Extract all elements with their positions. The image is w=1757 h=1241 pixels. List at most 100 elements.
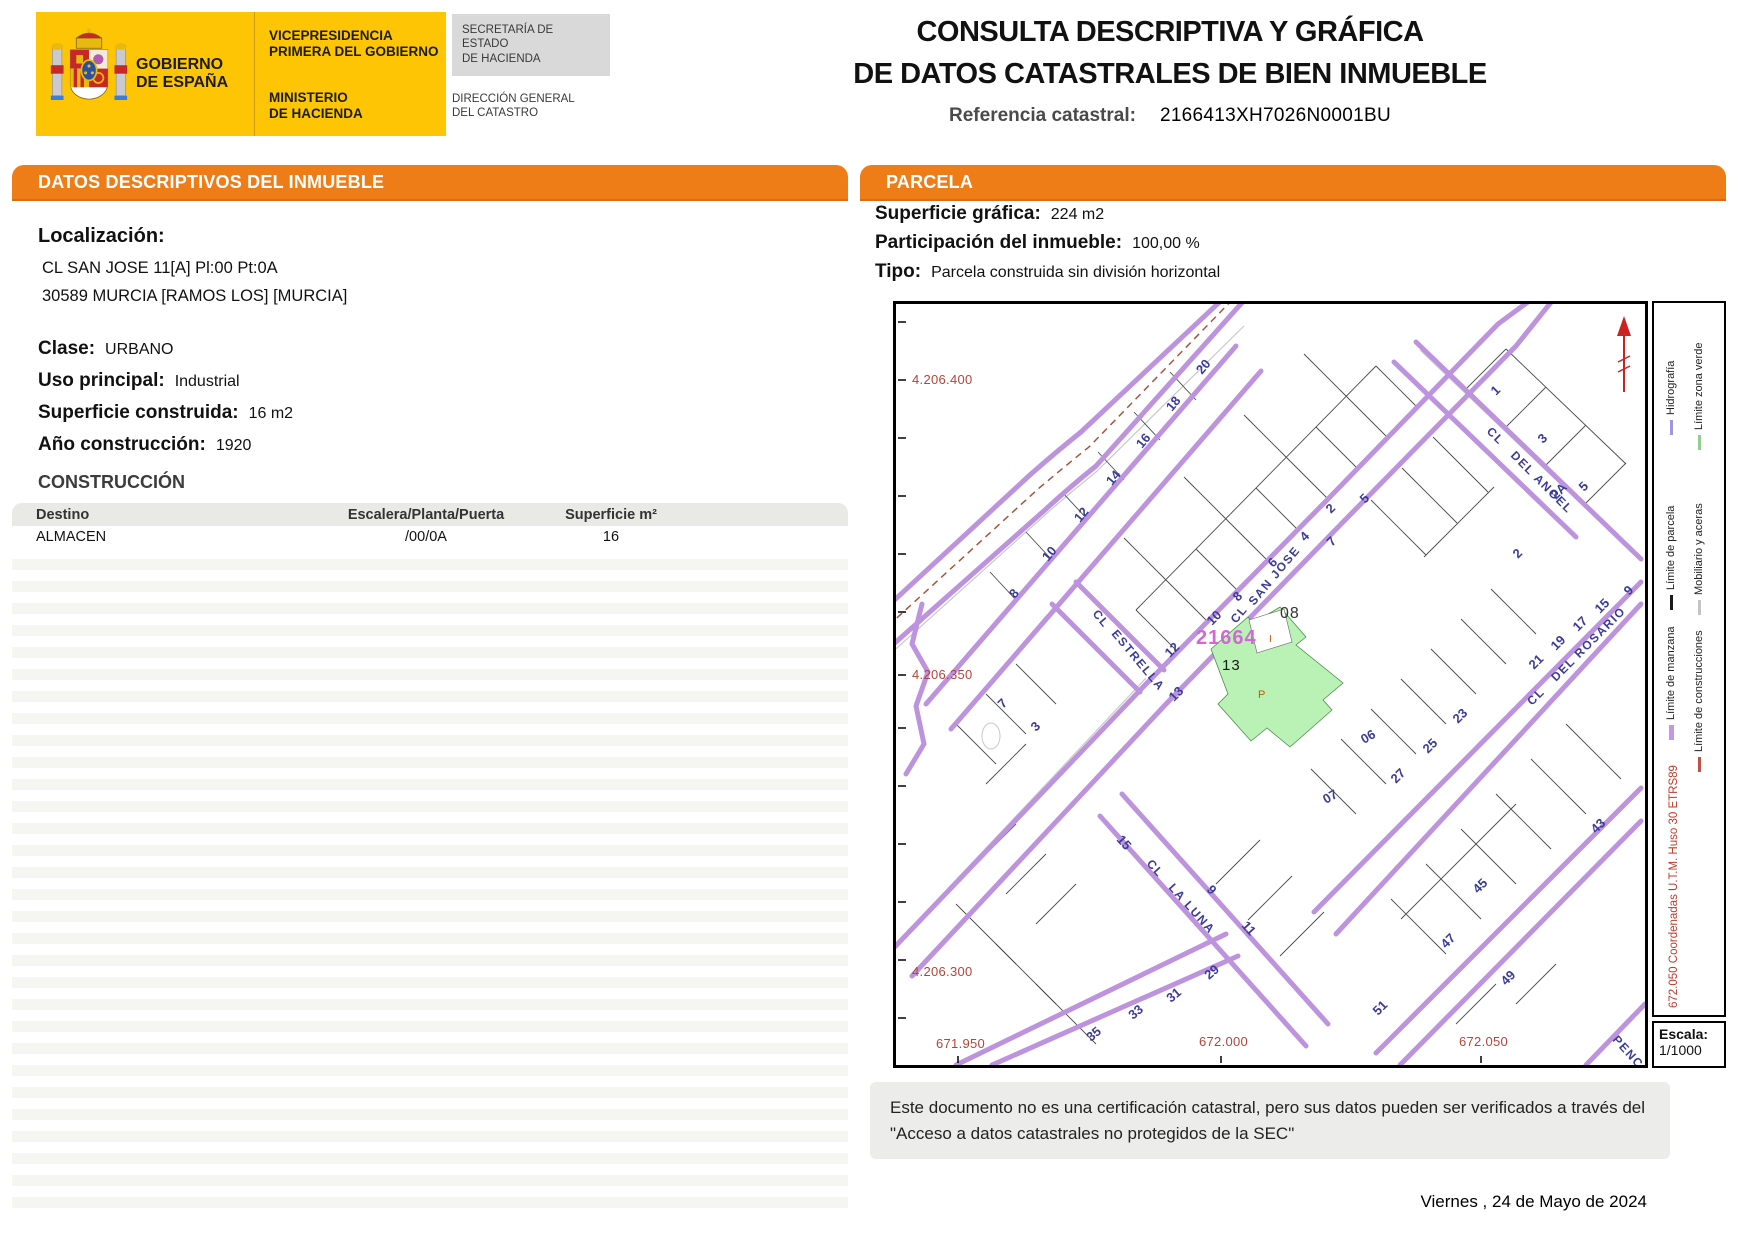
government-logo-block: GOBIERNO DE ESPAÑA VICEPRESIDENCIA PRIMER… — [36, 12, 446, 136]
map-label: 51 — [1370, 997, 1391, 1018]
field-value: URBANO — [105, 341, 174, 359]
field-row: Participación del inmueble: 100,00 % — [875, 232, 1220, 254]
ministerio-label: MINISTERIO DE HACIENDA — [269, 89, 363, 121]
legend-swatch — [1697, 757, 1701, 772]
map-label: 4.206.300 — [912, 964, 973, 979]
map-label: 13 — [1222, 657, 1241, 674]
reference-label: Referencia catastral: — [949, 105, 1136, 126]
map-label: 21 — [1526, 651, 1547, 672]
construccion-table-body: ALMACEN/00/0A 16 — [12, 526, 848, 549]
construccion-table-header: Destino Escalera/Planta/Puerta Superficie … — [12, 503, 848, 527]
property-fields: Clase: URBANO Uso principal: Industrial Supe… — [38, 338, 848, 456]
map-label: 4.206.400 — [912, 372, 973, 387]
table-header-cell: Escalera/Planta/Puerta — [347, 506, 505, 523]
map-label: 23 — [1450, 705, 1471, 726]
map-label: 19 — [1548, 632, 1569, 653]
table-header-cell: Destino — [36, 506, 90, 523]
map-label: 45 — [1470, 875, 1491, 896]
table-cell: /00/0A — [405, 529, 447, 546]
field-label: Superficie gráfica: — [875, 203, 1041, 224]
map-label: 10 — [1039, 543, 1060, 564]
map-label: 7 — [995, 695, 1011, 711]
spain-coat-of-arms-icon — [50, 26, 128, 123]
map-label: 25 — [1420, 735, 1441, 756]
map-label: 21664 — [1196, 627, 1257, 649]
construccion-title: CONSTRUCCIÓN — [38, 472, 185, 493]
empty-table-rows — [12, 548, 848, 1217]
field-label: Participación del inmueble: — [875, 232, 1123, 253]
field-row: Uso principal: Industrial — [38, 370, 848, 392]
field-row: Año construcción: 1920 — [38, 434, 848, 456]
map-label: CL — [1090, 607, 1113, 631]
parcela-fields: Superficie gráfica: 224 m2 Participación d… — [875, 203, 1220, 290]
secretaria-box: SECRETARÍA DE ESTADO DE HACIENDA — [452, 14, 610, 76]
field-value: Industrial — [174, 373, 240, 391]
legend-swatch — [1697, 600, 1701, 615]
cadastral-reference: Referencia catastral: 2166413XH7026N0001B… — [800, 105, 1540, 127]
field-value: 100,00 % — [1132, 235, 1200, 252]
field-label: Superficie construida: — [38, 402, 239, 424]
map-label: CL — [1144, 857, 1167, 880]
table-cell: 16 — [602, 529, 620, 546]
construccion-table: Destino Escalera/Planta/Puerta Superficie … — [12, 503, 848, 1217]
scale-label: Escala: — [1659, 1026, 1709, 1042]
legend-label: Límite de manzana — [1665, 626, 1677, 720]
map-label: 08 — [1280, 605, 1300, 622]
field-value: Parcela construida sin división horizont… — [931, 264, 1221, 281]
map-label: 11 — [1239, 918, 1259, 938]
map-label: 43 — [1588, 815, 1609, 836]
map-label: 672.050 — [1459, 1034, 1508, 1049]
field-row: Superficie gráfica: 224 m2 — [875, 203, 1220, 225]
map-label: 14 — [1103, 467, 1124, 488]
map-label: 35 — [1083, 1024, 1104, 1045]
field-label: Clase: — [38, 338, 96, 360]
map-label: 27 — [1388, 765, 1409, 786]
reference-value: 2166413XH7026N0001BU — [1159, 105, 1391, 126]
map-label: 672.000 — [1199, 1034, 1248, 1049]
legend-entry: Límite de construcciones — [1692, 614, 1706, 772]
map-label: 12 — [1162, 639, 1183, 660]
map-label: ESTRELLA — [1109, 627, 1168, 694]
field-label: Tipo: — [875, 261, 922, 282]
map-label: 4.206.350 — [912, 667, 973, 682]
utm-coordinates-note: 672.050 Coordenadas U.T.M. Huso 30 ETRS8… — [1668, 765, 1680, 1008]
legend-entry: Límite de parcela — [1664, 492, 1678, 610]
government-name: GOBIERNO DE ESPAÑA — [136, 55, 229, 91]
map-label: 4 — [1297, 528, 1313, 544]
cadastral-document-page: GOBIERNO DE ESPAÑA VICEPRESIDENCIA PRIMER… — [0, 0, 1757, 1241]
legend-swatch — [1669, 595, 1673, 610]
legend-label: Mobiliario y aceras — [1693, 503, 1705, 595]
section-header-datos-descriptivos: DATOS DESCRIPTIVOS DEL INMUEBLE — [12, 165, 848, 199]
vicepresidencia-label: VICEPRESIDENCIA PRIMERA DEL GOBIERNO — [269, 28, 439, 60]
table-header-cell: Superficie m² — [565, 506, 657, 523]
map-label: 49 — [1498, 967, 1519, 988]
map-label: 47 — [1438, 930, 1459, 951]
address-line1: CL SAN JOSE 11[A] Pl:00 Pt:0A — [42, 259, 278, 277]
map-label: 06 — [1358, 726, 1378, 746]
legend-label: Límite zona verde — [1693, 342, 1705, 430]
legend-entry: Hidrografía — [1664, 343, 1678, 435]
map-label: 17 — [1570, 613, 1591, 634]
map-label: 5 — [1576, 478, 1592, 494]
legend-label: Límite de construcciones — [1693, 630, 1705, 752]
field-row: Superficie construida: 16 m2 — [38, 402, 848, 424]
map-label: I — [1269, 634, 1273, 645]
legend-entry: Límite zona verde — [1692, 328, 1706, 450]
map-label: 671.950 — [936, 1036, 985, 1051]
field-label: Año construcción: — [38, 434, 206, 456]
map-label: CL — [1524, 685, 1547, 708]
field-label: Uso principal: — [38, 370, 165, 392]
map-scale-box: Escala: 1/1000 — [1652, 1021, 1726, 1068]
map-label: 07 — [1320, 786, 1340, 806]
field-row: Clase: URBANO — [38, 338, 848, 360]
field-row: Tipo: Parcela construida sin división hor… — [875, 261, 1220, 283]
legend-label: Límite de parcela — [1665, 505, 1677, 590]
map-label: PENC — [1610, 1033, 1645, 1065]
map-label: 3 — [1028, 718, 1044, 734]
table-cell: ALMACEN — [36, 529, 107, 546]
legend-swatch — [1697, 435, 1701, 450]
legend-swatch — [1668, 725, 1674, 740]
disclaimer-box: Este documento no es una certificación c… — [870, 1082, 1670, 1159]
scale-value: 1/1000 — [1659, 1042, 1702, 1058]
legend-swatch — [1669, 420, 1673, 435]
